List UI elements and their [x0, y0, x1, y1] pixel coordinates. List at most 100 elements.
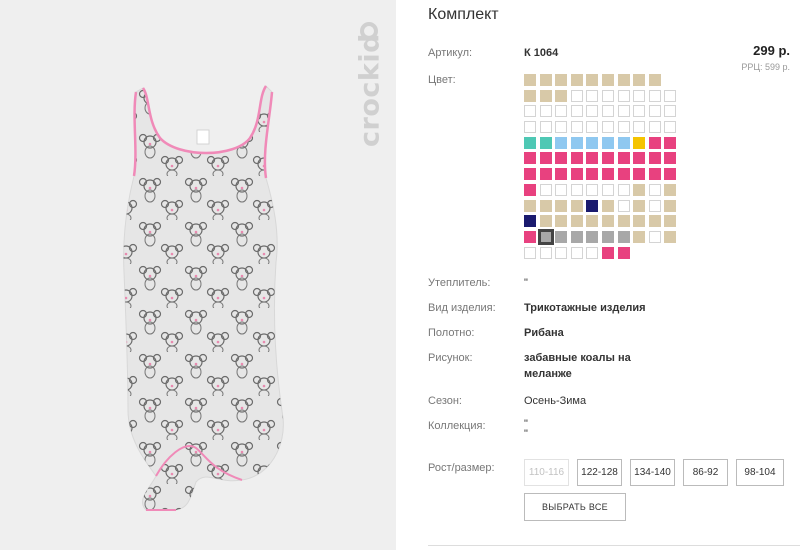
color-swatch-beige[interactable]: [648, 215, 661, 228]
color-swatch-empty[interactable]: [633, 105, 646, 118]
color-swatch-beige[interactable]: [601, 199, 614, 212]
color-swatch-beige[interactable]: [633, 215, 646, 228]
color-swatch-pink[interactable]: [555, 168, 568, 181]
color-swatch-lightblue[interactable]: [570, 136, 583, 149]
color-swatch-lightblue[interactable]: [601, 136, 614, 149]
size-option-86-92[interactable]: 86-92: [683, 459, 728, 486]
color-swatch-beige[interactable]: [570, 74, 583, 86]
color-swatch-navy[interactable]: [586, 199, 599, 212]
color-swatch-empty[interactable]: [570, 183, 583, 196]
color-swatch-empty[interactable]: [648, 199, 661, 212]
color-swatch-pink[interactable]: [601, 168, 614, 181]
color-swatch-lightblue[interactable]: [617, 136, 630, 149]
color-swatch-beige[interactable]: [617, 74, 630, 86]
color-swatch-beige[interactable]: [664, 215, 677, 228]
color-swatch-empty[interactable]: [617, 183, 630, 196]
size-option-110-116[interactable]: 110-116: [524, 459, 569, 486]
color-swatch-empty[interactable]: [524, 246, 536, 259]
color-swatch-pink[interactable]: [648, 136, 661, 149]
color-swatch-grey[interactable]: [601, 230, 614, 243]
color-swatch-empty[interactable]: [648, 183, 661, 196]
color-swatch-empty[interactable]: [570, 121, 583, 134]
color-swatch-beige[interactable]: [617, 215, 630, 228]
color-swatch-pink[interactable]: [570, 168, 583, 181]
color-swatch-pink[interactable]: [648, 152, 661, 165]
color-swatch-empty[interactable]: [539, 246, 552, 259]
color-swatch-pink[interactable]: [539, 168, 552, 181]
size-option-134-140[interactable]: 134-140: [630, 459, 675, 486]
color-swatch-pink[interactable]: [617, 152, 630, 165]
color-swatch-pink[interactable]: [539, 152, 552, 165]
color-swatch-beige[interactable]: [586, 74, 599, 86]
color-swatch-pink[interactable]: [633, 168, 646, 181]
color-swatch-pink[interactable]: [524, 183, 536, 196]
color-swatch-teal[interactable]: [524, 136, 536, 149]
color-swatch-beige[interactable]: [633, 199, 646, 212]
color-swatch-beige[interactable]: [539, 199, 552, 212]
color-swatch-beige[interactable]: [539, 89, 552, 102]
color-swatch-pink[interactable]: [601, 152, 614, 165]
color-swatch-empty[interactable]: [601, 89, 614, 102]
color-swatch-pink[interactable]: [664, 136, 677, 149]
color-swatch-lightblue[interactable]: [555, 136, 568, 149]
color-swatch-navy[interactable]: [524, 215, 536, 228]
color-swatch-beige[interactable]: [601, 215, 614, 228]
color-swatch-pink[interactable]: [524, 168, 536, 181]
color-swatch-beige[interactable]: [664, 199, 677, 212]
color-swatch-beige[interactable]: [664, 230, 677, 243]
color-swatch-empty[interactable]: [617, 105, 630, 118]
color-swatch-empty[interactable]: [570, 246, 583, 259]
color-swatch-empty[interactable]: [617, 89, 630, 102]
color-swatch-empty[interactable]: [664, 89, 677, 102]
color-swatch-empty[interactable]: [648, 89, 661, 102]
color-swatch-beige[interactable]: [633, 230, 646, 243]
color-swatch-empty[interactable]: [570, 105, 583, 118]
color-swatch-beige[interactable]: [524, 74, 536, 86]
color-swatch-empty[interactable]: [586, 89, 599, 102]
color-swatch-beige[interactable]: [570, 199, 583, 212]
color-swatch-beige[interactable]: [633, 74, 646, 86]
color-swatch-beige[interactable]: [601, 74, 614, 86]
color-swatch-empty[interactable]: [601, 121, 614, 134]
color-swatch-beige[interactable]: [664, 183, 677, 196]
color-swatch-empty[interactable]: [570, 89, 583, 102]
color-swatch-yellow[interactable]: [633, 136, 646, 149]
color-swatch-pink[interactable]: [524, 152, 536, 165]
color-swatch-empty[interactable]: [555, 105, 568, 118]
color-swatch-grey[interactable]: [586, 230, 599, 243]
color-swatch-teal[interactable]: [539, 136, 552, 149]
color-swatch-beige[interactable]: [555, 74, 568, 86]
color-swatch-empty[interactable]: [539, 183, 552, 196]
color-swatch-empty[interactable]: [601, 105, 614, 118]
color-swatch-beige[interactable]: [648, 74, 661, 86]
color-swatch-empty[interactable]: [555, 121, 568, 134]
color-swatch-beige[interactable]: [539, 74, 552, 86]
color-swatch-pink[interactable]: [664, 152, 677, 165]
color-swatch-empty[interactable]: [648, 230, 661, 243]
color-swatch-beige[interactable]: [539, 215, 552, 228]
color-swatch-beige[interactable]: [570, 215, 583, 228]
color-swatch-empty[interactable]: [524, 105, 536, 118]
color-swatch-pink[interactable]: [524, 230, 536, 243]
color-swatch-grey[interactable]: [537, 228, 554, 245]
color-swatch-empty[interactable]: [633, 121, 646, 134]
color-swatch-beige[interactable]: [633, 183, 646, 196]
color-swatch-empty[interactable]: [633, 89, 646, 102]
color-swatch-empty[interactable]: [664, 105, 677, 118]
color-swatch-empty[interactable]: [586, 121, 599, 134]
color-swatch-empty[interactable]: [555, 183, 568, 196]
color-swatch-empty[interactable]: [586, 246, 599, 259]
color-swatch-empty[interactable]: [617, 121, 630, 134]
select-all-sizes-button[interactable]: ВЫБРАТЬ ВСЕ: [524, 493, 626, 521]
color-swatch-pink[interactable]: [601, 246, 614, 259]
color-swatch-empty[interactable]: [524, 121, 536, 134]
size-option-122-128[interactable]: 122-128: [577, 459, 622, 486]
color-swatch-lightblue[interactable]: [586, 136, 599, 149]
color-swatch-pink[interactable]: [586, 152, 599, 165]
color-swatch-beige[interactable]: [524, 199, 536, 212]
color-swatch-grey[interactable]: [570, 230, 583, 243]
color-swatch-pink[interactable]: [617, 168, 630, 181]
color-swatch-beige[interactable]: [555, 89, 568, 102]
color-swatch-pink[interactable]: [586, 168, 599, 181]
color-swatch-empty[interactable]: [664, 121, 677, 134]
